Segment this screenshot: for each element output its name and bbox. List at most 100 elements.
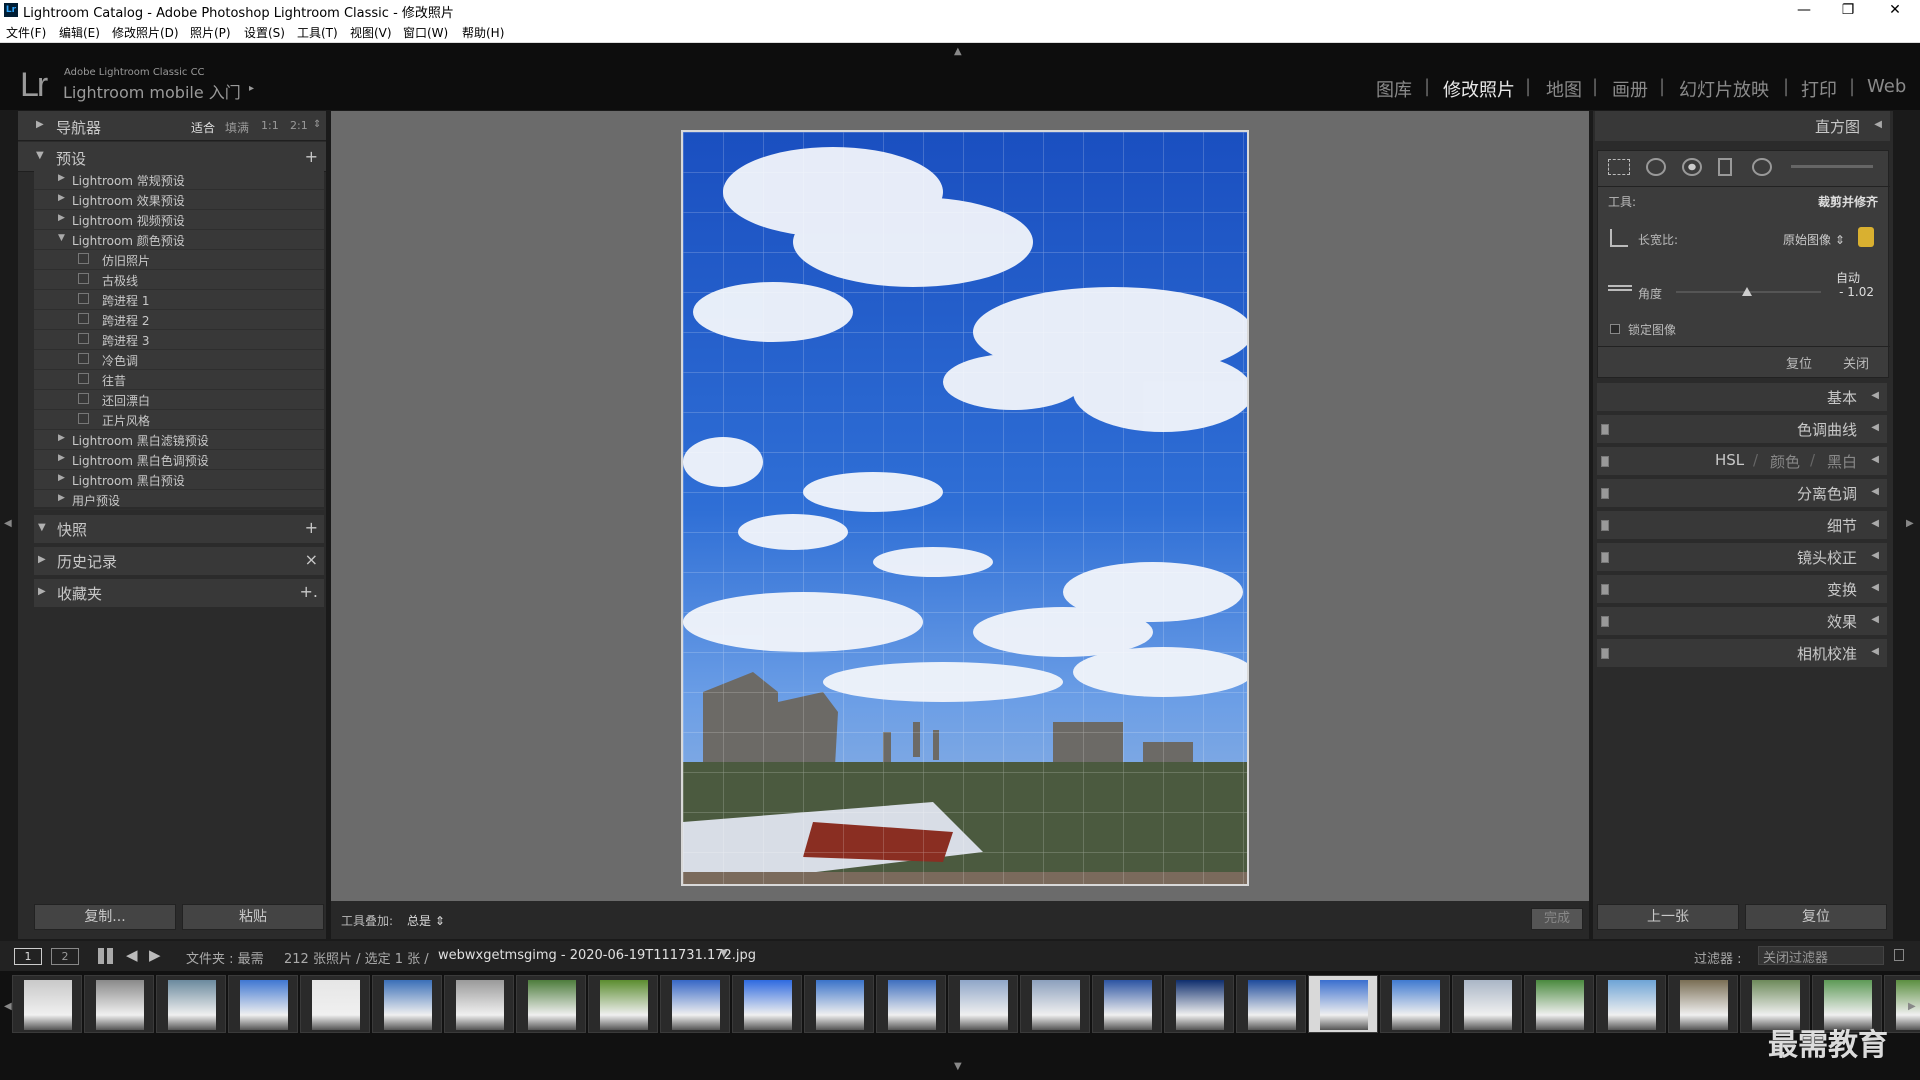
play-arrow-icon[interactable]: ▸ — [249, 83, 254, 94]
filmstrip-right-arrow-icon[interactable]: ▶ — [1908, 1001, 1916, 1012]
presets-header[interactable]: ▼ 预设 + — [18, 142, 326, 172]
clear-history-button[interactable]: × — [305, 550, 318, 569]
history-header[interactable]: ▶ 历史记录 × — [34, 547, 324, 575]
hsl-header[interactable]: HSL / 颜色 / 黑白 ◀ — [1597, 447, 1887, 475]
menu-photo[interactable]: 照片(P) — [190, 24, 231, 41]
filmstrip-thumbnail[interactable] — [444, 975, 514, 1033]
panel-toggle-switch[interactable] — [1601, 584, 1609, 595]
filmstrip-thumbnail[interactable] — [1308, 975, 1378, 1033]
source-folder[interactable]: 文件夹 : 最需 — [186, 948, 264, 967]
menu-view[interactable]: 视图(V) — [350, 24, 392, 41]
bw-tab[interactable]: 黑白 — [1827, 451, 1857, 472]
filmstrip-thumbnail[interactable] — [588, 975, 658, 1033]
lens-corrections-header[interactable]: 镜头校正 ◀ — [1597, 543, 1887, 571]
filename-dropdown-icon[interactable]: ▼ — [720, 948, 728, 959]
angle-slider[interactable] — [1676, 287, 1821, 296]
filmstrip-thumbnail[interactable] — [1092, 975, 1162, 1033]
filmstrip-thumbnail[interactable] — [1380, 975, 1450, 1033]
panel-toggle-switch[interactable] — [1601, 552, 1609, 563]
camera-calibration-header[interactable]: 相机校准 ◀ — [1597, 639, 1887, 667]
preset-folder[interactable]: ▶ Lightroom 黑白预设 — [34, 470, 324, 490]
filter-lock-icon[interactable] — [1894, 949, 1904, 961]
crop-tool-icon[interactable] — [1608, 159, 1630, 175]
panel-toggle-switch[interactable] — [1601, 648, 1609, 659]
straighten-tool-icon[interactable] — [1608, 285, 1632, 291]
panel-toggle-switch[interactable] — [1601, 520, 1609, 531]
add-snapshot-button[interactable]: + — [305, 518, 318, 537]
detail-header[interactable]: 细节 ◀ — [1597, 511, 1887, 539]
window-2-button[interactable]: 2 — [51, 948, 79, 965]
add-collection-button[interactable]: +. — [300, 582, 319, 601]
preset-folder[interactable]: ▶ Lightroom 视频预设 — [34, 210, 324, 230]
color-tab[interactable]: 颜色 — [1770, 451, 1800, 472]
filmstrip-left-arrow-icon[interactable]: ◀ — [4, 1001, 12, 1012]
module-develop[interactable]: 修改照片 — [1443, 76, 1515, 102]
filmstrip-thumbnail[interactable] — [1524, 975, 1594, 1033]
transform-header[interactable]: 变换 ◀ — [1597, 575, 1887, 603]
filmstrip-thumbnail[interactable] — [804, 975, 874, 1033]
filmstrip-thumbnail[interactable] — [660, 975, 730, 1033]
menu-edit[interactable]: 编辑(E) — [59, 24, 100, 41]
selected-filename[interactable]: webwxgetmsgimg - 2020-06-19T111731.172.j… — [438, 948, 756, 963]
filmstrip-thumbnail[interactable] — [948, 975, 1018, 1033]
module-book[interactable]: 画册 — [1612, 76, 1648, 102]
previous-button[interactable]: 上一张 — [1597, 904, 1739, 930]
collections-header[interactable]: ▶ 收藏夹 +. — [34, 579, 324, 607]
preset-item[interactable]: 往昔 — [34, 370, 324, 390]
collapse-left-panel-icon[interactable]: ◀ — [4, 518, 12, 529]
navigator-header[interactable]: ▶ 导航器 适合 填满 1:1 2:1 ⇕ — [18, 111, 326, 141]
filter-select[interactable]: 关闭过滤器 — [1758, 946, 1884, 966]
done-button[interactable]: 完成 — [1531, 908, 1583, 930]
filmstrip-thumbnail[interactable] — [12, 975, 82, 1033]
brush-slider-icon[interactable] — [1791, 165, 1873, 168]
zoom-dropdown-icon[interactable]: ⇕ — [313, 119, 321, 130]
module-library[interactable]: 图库 — [1376, 76, 1412, 102]
filmstrip-thumbnail[interactable] — [1236, 975, 1306, 1033]
maximize-button[interactable]: ❐ — [1826, 0, 1870, 21]
module-map[interactable]: 地图 — [1546, 76, 1582, 102]
graduated-filter-icon[interactable] — [1718, 158, 1732, 176]
radial-filter-icon[interactable] — [1752, 158, 1772, 176]
panel-toggle-switch[interactable] — [1601, 488, 1609, 499]
preset-item[interactable]: 正片风格 — [34, 410, 324, 430]
panel-toggle-switch[interactable] — [1601, 616, 1609, 627]
menu-window[interactable]: 窗口(W) — [403, 24, 448, 41]
reset-all-button[interactable]: 复位 — [1745, 904, 1887, 930]
red-eye-icon[interactable] — [1682, 158, 1702, 176]
module-slideshow[interactable]: 幻灯片放映 — [1679, 76, 1769, 102]
preset-item[interactable]: 跨进程 1 — [34, 290, 324, 310]
spot-removal-icon[interactable] — [1646, 158, 1666, 176]
filmstrip-thumbnail[interactable] — [156, 975, 226, 1033]
lock-icon[interactable] — [1858, 227, 1874, 247]
filmstrip-thumbnail[interactable] — [1596, 975, 1666, 1033]
crop-close-button[interactable]: 关闭 — [1843, 353, 1869, 372]
crop-reset-button[interactable]: 复位 — [1786, 353, 1812, 372]
angle-auto-button[interactable]: 自动 — [1836, 269, 1860, 286]
angle-slider-thumb[interactable] — [1742, 287, 1753, 296]
grid-view-icon[interactable] — [98, 948, 114, 964]
filmstrip-thumbnail[interactable] — [516, 975, 586, 1033]
copy-settings-button[interactable]: 复制... — [34, 904, 176, 930]
panel-toggle-switch[interactable] — [1601, 456, 1609, 467]
filmstrip-thumbnail[interactable] — [372, 975, 442, 1033]
menu-file[interactable]: 文件(F) — [6, 24, 46, 41]
angle-value[interactable]: - 1.02 — [1839, 285, 1874, 299]
filmstrip-thumbnail[interactable] — [1668, 975, 1738, 1033]
filmstrip-thumbnail[interactable] — [1020, 975, 1090, 1033]
menu-develop[interactable]: 修改照片(D) — [112, 24, 179, 41]
filmstrip-thumbnail[interactable] — [732, 975, 802, 1033]
preset-folder[interactable]: ▶ Lightroom 常规预设 — [34, 170, 324, 190]
preset-folder[interactable]: ▶ Lightroom 黑白色调预设 — [34, 450, 324, 470]
paste-settings-button[interactable]: 粘贴 — [182, 904, 324, 930]
panel-toggle-switch[interactable] — [1601, 424, 1609, 435]
collapse-right-panel-icon[interactable]: ▶ — [1906, 518, 1914, 529]
lock-image-checkbox[interactable] — [1610, 324, 1620, 334]
crop-frame-icon[interactable] — [1610, 229, 1628, 247]
preset-item[interactable]: 冷色调 — [34, 350, 324, 370]
tool-overlay-select[interactable]: 总是 ⇕ — [407, 912, 445, 929]
filmstrip-thumbnail[interactable] — [1164, 975, 1234, 1033]
window-1-button[interactable]: 1 — [14, 948, 42, 965]
crop-photo[interactable] — [681, 130, 1249, 886]
add-preset-button[interactable]: + — [305, 147, 318, 166]
preset-item[interactable]: 还回漂白 — [34, 390, 324, 410]
